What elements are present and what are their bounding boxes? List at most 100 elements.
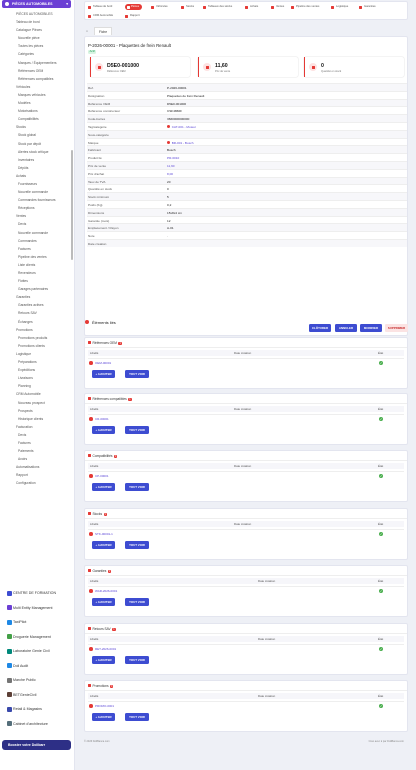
sidebar-item[interactable]: Factures (0, 245, 75, 253)
nav-item[interactable]: Tableau de bord (88, 4, 112, 10)
sidebar-item[interactable]: Historique clients (0, 415, 75, 423)
field-value[interactable]: 8,00 (167, 172, 173, 176)
add-button[interactable]: + AJOUTER (92, 541, 115, 549)
nav-item[interactable]: Stocks (181, 4, 194, 10)
field-value[interactable]: BR-001 - Bosch (167, 141, 194, 145)
sidebar-item[interactable]: Facturation (0, 423, 75, 431)
sidebar-item[interactable]: Catalogue Pièces (0, 26, 75, 34)
sidebar-item[interactable]: Nouvelle commande (0, 229, 75, 237)
sidebar-item[interactable]: Échanges (0, 318, 75, 326)
sidebar-item[interactable]: Expéditions (0, 366, 75, 374)
sidebar-item[interactable]: Nouvelle pièce (0, 34, 75, 42)
sidebar-app[interactable]: TaxiPilot (2, 617, 72, 627)
sidebar-app[interactable]: Droguerie Management (2, 632, 72, 642)
sidebar-item[interactable]: Alertes stock critique (0, 148, 75, 156)
sidebar-item[interactable]: Automatisations (0, 463, 75, 471)
footer-credit[interactable]: Créé avec ♥ par DoliBanca.com (369, 740, 404, 743)
sidebar-app[interactable]: Doli Audit (2, 661, 72, 671)
sidebar-app[interactable]: Marche Public (2, 675, 72, 685)
sidebar-app[interactable]: BETGenieCivil (2, 690, 72, 700)
item-link[interactable]: RET-2026-0001 (95, 647, 116, 651)
sidebar-item[interactable]: Revendeurs (0, 269, 75, 277)
sidebar-item[interactable]: Avoirs (0, 455, 75, 463)
sidebar-app[interactable]: Retail & Magasins (2, 704, 72, 714)
sidebar-item[interactable]: Motorisations (0, 107, 75, 115)
sidebar-item[interactable]: Livraisons (0, 374, 75, 382)
sidebar-item[interactable]: Garanties actives (0, 301, 75, 309)
sidebar-item[interactable]: Garages partenaires (0, 285, 75, 293)
sidebar-item[interactable]: Configuration (0, 479, 75, 487)
nav-item[interactable]: Véhicules (151, 4, 168, 10)
nav-item[interactable]: CRM Automobile (88, 13, 113, 19)
sidebar-item[interactable]: Logistique (0, 350, 75, 358)
cancel-button[interactable]: ANNULER (335, 324, 357, 332)
edit-button[interactable]: MODIFIER (360, 324, 382, 332)
field-value[interactable]: 11,60 (167, 164, 175, 168)
sidebar-scrollbar[interactable] (71, 150, 73, 260)
view-all-button[interactable]: TOUT VOIR (125, 370, 149, 378)
sidebar-item[interactable]: Commandes fournisseurs (0, 196, 75, 204)
item-link[interactable]: STK-00001-1 (95, 532, 113, 536)
sidebar-item[interactable]: Fournisseurs (0, 180, 75, 188)
nav-item[interactable]: Tableaux des stocks (203, 4, 232, 10)
sidebar-item[interactable]: Toutes les pièces (0, 42, 75, 50)
add-button[interactable]: + AJOUTER (92, 598, 115, 606)
view-all-button[interactable]: TOUT VOIR (125, 426, 149, 434)
sidebar-app[interactable]: CENTRE DE FORMATION (2, 588, 72, 598)
sidebar-item[interactable]: Tableau de bord (0, 18, 75, 26)
sidebar-item[interactable]: PIÈCES AUTOMOBILES (0, 10, 75, 18)
sidebar-item[interactable]: Inventaires (0, 156, 75, 164)
sidebar-item[interactable]: Garanties (0, 293, 75, 301)
sidebar-item[interactable]: Pipeline des ventes (0, 253, 75, 261)
sidebar-item[interactable]: Marques véhicules (0, 91, 75, 99)
view-all-button[interactable]: TOUT VOIR (125, 598, 149, 606)
close-button[interactable]: CLÔTURER (309, 324, 331, 332)
item-link[interactable]: WAR-2026-0001 (95, 589, 117, 593)
module-selector[interactable]: PIÈCES AUTOMOBILES ▾ (2, 0, 71, 8)
sidebar-item[interactable]: Stock par dépôt (0, 140, 75, 148)
sidebar-app[interactable]: Multi Entity Management (2, 603, 72, 613)
add-button[interactable]: + AJOUTER (92, 483, 115, 491)
nav-item[interactable]: Ventes (271, 4, 284, 10)
sidebar-item[interactable]: Prospects (0, 407, 75, 415)
sidebar-item[interactable]: Promotions (0, 326, 75, 334)
sidebar-item[interactable]: Planning (0, 382, 75, 390)
add-button[interactable]: + AJOUTER (92, 370, 115, 378)
sidebar-item[interactable]: Nouveau prospect (0, 399, 75, 407)
nav-item[interactable]: Logistique (331, 4, 348, 10)
sidebar-item[interactable]: CRM Automobile (0, 390, 75, 398)
add-button[interactable]: + AJOUTER (92, 656, 115, 664)
view-all-button[interactable]: TOUT VOIR (125, 713, 149, 721)
sidebar-item[interactable]: Devis (0, 431, 75, 439)
sidebar-item[interactable]: Rapport (0, 471, 75, 479)
add-button[interactable]: + AJOUTER (92, 713, 115, 721)
sidebar-item[interactable]: Liste clients (0, 261, 75, 269)
sidebar-item[interactable]: Paiements (0, 447, 75, 455)
sidebar-item[interactable]: Promotions clients (0, 342, 75, 350)
sidebar-item[interactable]: Compatibilités (0, 115, 75, 123)
sidebar-item[interactable]: Promotions produits (0, 334, 75, 342)
nav-item[interactable]: Rapport (125, 13, 140, 19)
view-all-button[interactable]: TOUT VOIR (125, 483, 149, 491)
sidebar-item[interactable]: Véhicules (0, 83, 75, 91)
field-value[interactable]: PR-0010 (167, 156, 179, 160)
sidebar-item[interactable]: Dépôts (0, 164, 75, 172)
sidebar-item[interactable]: Ventes (0, 212, 75, 220)
sidebar-item[interactable]: Devis (0, 220, 75, 228)
sidebar-item[interactable]: Catégories (0, 50, 75, 58)
sidebar-app[interactable]: Cabinet d'architecture (2, 719, 72, 729)
sidebar-item[interactable]: Stock global (0, 131, 75, 139)
nav-item[interactable]: Garanties (359, 4, 376, 10)
sidebar-item[interactable]: Flottes (0, 277, 75, 285)
sidebar-item[interactable]: Commandes (0, 237, 75, 245)
add-button[interactable]: + AJOUTER (92, 426, 115, 434)
home-icon[interactable]: ⌂ (86, 27, 88, 35)
nav-item[interactable]: Pièces (125, 4, 143, 10)
nav-item[interactable]: Achats (245, 4, 258, 10)
sidebar-item[interactable]: Références OEM (0, 67, 75, 75)
sidebar-item[interactable]: Retours SAV (0, 309, 75, 317)
sidebar-item[interactable]: Modèles (0, 99, 75, 107)
boost-button[interactable]: Booster votre Dolibarr (2, 740, 71, 750)
sidebar-item[interactable]: Références compatibles (0, 75, 75, 83)
sidebar-item[interactable]: Factures (0, 439, 75, 447)
